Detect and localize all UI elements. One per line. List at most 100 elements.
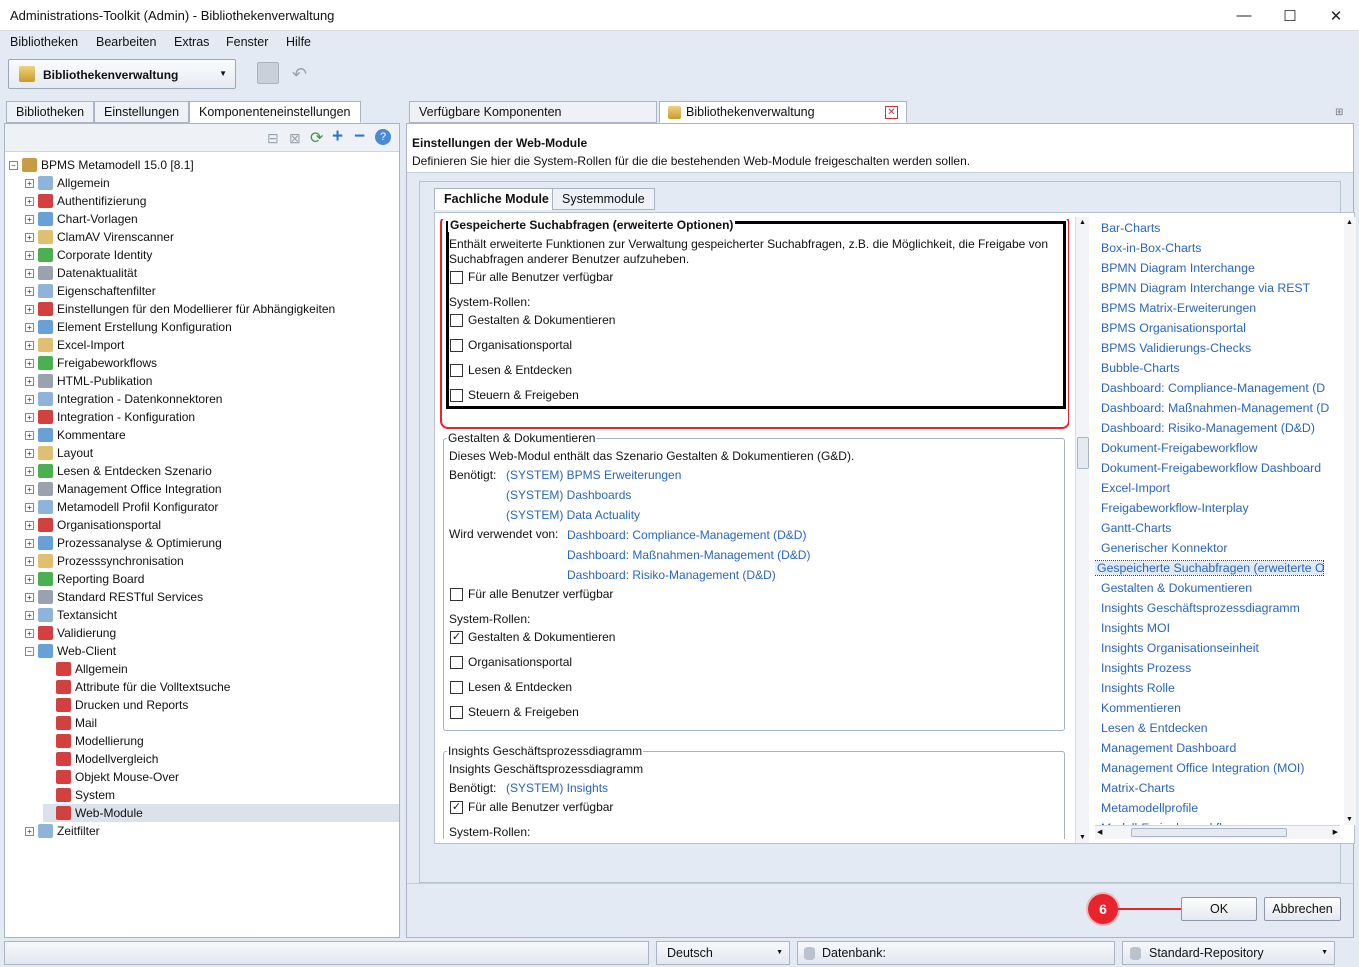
role-checkbox[interactable] xyxy=(450,389,463,402)
all-users-checkbox[interactable] xyxy=(450,588,463,601)
used-by-link[interactable]: Dashboard: Maßnahmen-Management (D&D) xyxy=(567,548,810,562)
module-nav-link[interactable]: Generischer Konnektor xyxy=(1101,541,1227,555)
close-button[interactable]: ✕ xyxy=(1313,0,1359,31)
module-nav-link[interactable]: Matrix-Charts xyxy=(1101,781,1175,795)
minimize-button[interactable]: — xyxy=(1221,0,1267,31)
expand-icon[interactable]: + xyxy=(25,484,34,494)
tree-item[interactable]: + Excel-Import xyxy=(25,336,124,354)
scroll-down-icon[interactable]: ▼ xyxy=(1346,816,1353,823)
menu-hilfe[interactable]: Hilfe xyxy=(286,35,311,49)
tree-child-item[interactable]: Objekt Mouse-Over xyxy=(43,768,179,786)
close-tab-icon[interactable]: ✕ xyxy=(885,106,898,119)
scroll-up-icon[interactable]: ▲ xyxy=(1079,219,1086,226)
tree-item[interactable]: + Layout xyxy=(25,444,93,462)
tree-item[interactable]: + Prozessanalyse & Optimierung xyxy=(25,534,222,552)
expand-icon[interactable]: + xyxy=(25,340,34,350)
expand-icon[interactable]: + xyxy=(25,466,34,476)
expand-icon[interactable]: + xyxy=(25,520,34,530)
tree-item[interactable]: + Organisationsportal xyxy=(25,516,161,534)
tree-item[interactable]: + Datenaktualität xyxy=(25,264,137,282)
scroll-right-icon[interactable]: ▶ xyxy=(1333,828,1338,836)
tab-bibliothekenverwaltung[interactable]: Bibliothekenverwaltung ✕ xyxy=(659,101,907,123)
module-nav-link[interactable]: BPMN Diagram Interchange via REST xyxy=(1101,281,1310,295)
tree-item[interactable]: + ClamAV Virenscanner xyxy=(25,228,174,246)
module-nav-link[interactable]: BPMS Organisationsportal xyxy=(1101,321,1246,335)
scroll-down-icon[interactable]: ▼ xyxy=(1079,834,1086,841)
expand-icon[interactable]: + xyxy=(25,826,34,836)
all-users-checkbox[interactable] xyxy=(450,271,463,284)
expand-icon[interactable]: + xyxy=(25,412,34,422)
tree-item[interactable]: + Freigabeworkflows xyxy=(25,354,157,372)
module-nav-link[interactable]: Bubble-Charts xyxy=(1101,361,1180,375)
tree-item[interactable]: + Corporate Identity xyxy=(25,246,152,264)
collapse-icon[interactable]: − xyxy=(9,160,18,170)
role-checkbox[interactable] xyxy=(450,681,463,694)
cancel-button[interactable]: Abbrechen xyxy=(1264,897,1341,921)
remove-icon[interactable]: − xyxy=(354,126,365,148)
tab-fachliche-module[interactable]: Fachliche Module xyxy=(434,188,559,210)
all-users-checkbox-checked[interactable]: ✓ xyxy=(450,801,463,814)
module-nav-link[interactable]: BPMN Diagram Interchange xyxy=(1101,261,1255,275)
expand-icon[interactable]: + xyxy=(25,304,34,314)
menu-bibliotheken[interactable]: Bibliotheken xyxy=(10,35,78,49)
tab-komponenteneinstellungen[interactable]: Komponenteneinstellungen xyxy=(189,101,361,123)
tree-item[interactable]: + Metamodell Profil Konfigurator xyxy=(25,498,218,516)
expand-icon[interactable]: + xyxy=(25,538,34,548)
nav-vertical-scrollbar[interactable]: ▲ ▼ xyxy=(1344,217,1356,825)
menu-bearbeiten[interactable]: Bearbeiten xyxy=(96,35,156,49)
tree-item[interactable]: + Prozesssynchronisation xyxy=(25,552,184,570)
module-nav-link[interactable]: Dashboard: Risiko-Management (D&D) xyxy=(1101,421,1315,435)
tree-child-item[interactable]: Mail xyxy=(43,714,97,732)
module-nav-link[interactable]: Gestalten & Dokumentieren xyxy=(1101,581,1252,595)
tab-bibliotheken[interactable]: Bibliotheken xyxy=(6,101,95,123)
nav-horizontal-scrollbar[interactable]: ◀ ▶ xyxy=(1095,825,1340,839)
expand-icon[interactable]: + xyxy=(25,196,34,206)
tree-item[interactable]: + Zeitfilter xyxy=(25,822,100,840)
role-checkbox[interactable] xyxy=(450,339,463,352)
expand-icon[interactable]: + xyxy=(25,556,34,566)
tree-item[interactable]: + Validierung xyxy=(25,624,116,642)
add-icon[interactable]: + xyxy=(332,126,343,148)
expand-icon[interactable]: + xyxy=(25,250,34,260)
tree-action-icon[interactable]: ⊟ xyxy=(267,130,279,147)
module-nav-link[interactable]: Insights Rolle xyxy=(1101,681,1175,695)
expand-icon[interactable]: + xyxy=(25,394,34,404)
perspective-combo[interactable]: Bibliothekenverwaltung ▼ xyxy=(8,59,236,89)
module-nav-link[interactable]: Excel-Import xyxy=(1101,481,1170,495)
tree-item[interactable]: + Allgemein xyxy=(25,174,110,192)
role-checkbox-checked[interactable]: ✓ xyxy=(450,631,463,644)
tab-einstellungen[interactable]: Einstellungen xyxy=(94,101,190,123)
tree-item[interactable]: + Lesen & Entdecken Szenario xyxy=(25,462,212,480)
expand-icon[interactable]: + xyxy=(25,502,34,512)
tree-item[interactable]: + HTML-Publikation xyxy=(25,372,152,390)
tree-item[interactable]: + Textansicht xyxy=(25,606,117,624)
module-nav-link[interactable]: Dashboard: Compliance-Management (D xyxy=(1101,381,1325,395)
tree-remove-icon[interactable]: ⊠ xyxy=(289,130,301,147)
expand-icon[interactable]: + xyxy=(25,448,34,458)
module-nav-link[interactable]: Dokument-Freigabeworkflow Dashboard xyxy=(1101,461,1321,475)
tree-item[interactable]: + Element Erstellung Konfiguration xyxy=(25,318,232,336)
help-icon[interactable]: ? xyxy=(375,129,391,145)
tree-child-item[interactable]: Modellierung xyxy=(43,732,144,750)
module-nav-link[interactable]: BPMS Matrix-Erweiterungen xyxy=(1101,301,1256,315)
tree-root[interactable]: − BPMS Metamodell 15.0 [8.1] xyxy=(9,156,194,174)
expand-icon[interactable]: + xyxy=(25,574,34,584)
expand-icon[interactable]: + xyxy=(25,592,34,602)
module-nav-link[interactable]: Bar-Charts xyxy=(1101,221,1160,235)
repository-select[interactable]: Standard-Repository ▼ xyxy=(1122,941,1335,965)
tree-item[interactable]: + Integration - Konfiguration xyxy=(25,408,195,426)
tab-verfuegbare-komponenten[interactable]: Verfügbare Komponenten xyxy=(409,101,657,123)
scrollbar-thumb[interactable] xyxy=(1077,437,1089,469)
menu-fenster[interactable]: Fenster xyxy=(226,35,268,49)
role-checkbox[interactable] xyxy=(450,706,463,719)
module-nav-link[interactable]: Dashboard: Maßnahmen-Management (D xyxy=(1101,401,1329,415)
module-nav-link[interactable]: Management Office Integration (MOI) xyxy=(1101,761,1304,775)
module-nav-link[interactable]: Gespeicherte Suchabfragen (erweiterte O xyxy=(1095,560,1325,576)
module-nav-link[interactable]: Lesen & Entdecken xyxy=(1101,721,1208,735)
role-checkbox[interactable] xyxy=(450,364,463,377)
expand-icon[interactable]: + xyxy=(25,214,34,224)
scroll-left-icon[interactable]: ◀ xyxy=(1097,828,1102,836)
scroll-up-icon[interactable]: ▲ xyxy=(1346,219,1353,226)
expand-icon[interactable]: + xyxy=(25,376,34,386)
tree-child-item[interactable]: Drucken und Reports xyxy=(43,696,188,714)
